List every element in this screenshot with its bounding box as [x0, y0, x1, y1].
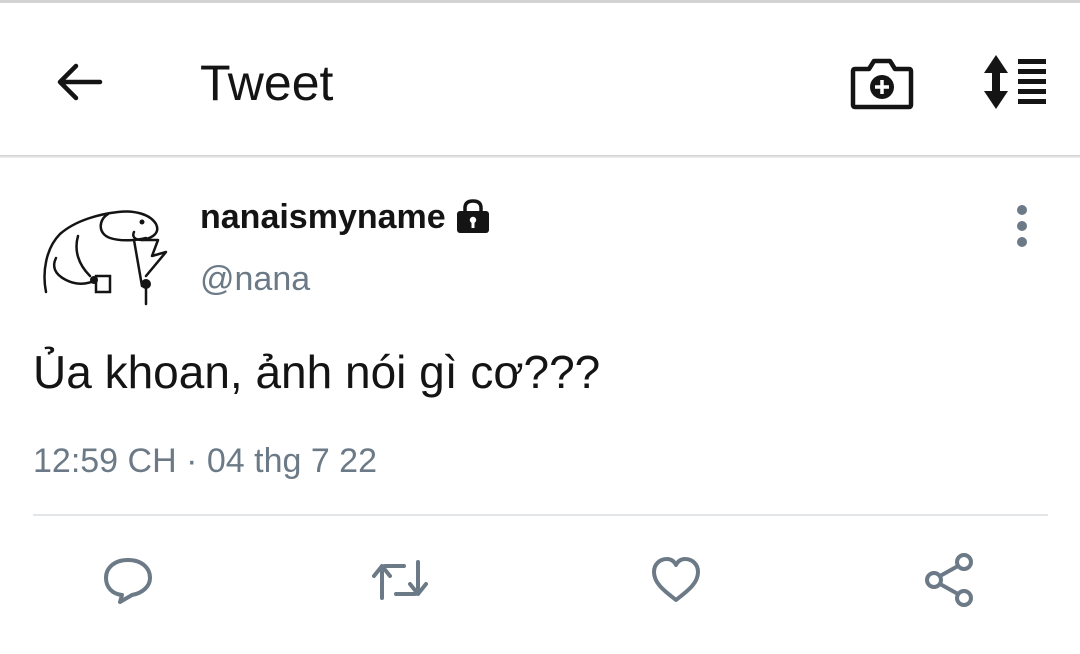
author-handle[interactable]: @nana	[200, 258, 310, 300]
reply-button[interactable]	[98, 552, 158, 608]
camera-plus-icon	[850, 58, 914, 110]
share-button[interactable]	[920, 552, 980, 608]
app-bar-shadow	[0, 155, 1080, 158]
camera-button[interactable]	[848, 53, 916, 115]
arrow-left-icon	[57, 63, 103, 101]
tweet-timestamp: 12:59 CH · 04 thg 7 22	[33, 442, 378, 480]
avatar[interactable]	[38, 200, 180, 310]
tweet-detail-screen: Tweet nanaismyname @nana Ủa khoan, ảnh n…	[0, 0, 1080, 654]
author-name[interactable]: nanaismyname	[200, 196, 492, 238]
tweet-text: Ủa khoan, ảnh nói gì cơ???	[33, 346, 601, 398]
page-title: Tweet	[200, 55, 334, 111]
reply-icon	[104, 558, 152, 604]
sort-list-icon	[984, 55, 1046, 109]
doodle-avatar-image	[43, 210, 168, 306]
lock-icon	[456, 199, 489, 233]
retweet-button[interactable]	[370, 552, 430, 608]
retweet-icon	[372, 560, 428, 600]
app-bar: Tweet	[0, 3, 1080, 155]
more-options-button[interactable]	[1000, 200, 1044, 252]
share-icon	[925, 553, 973, 607]
like-icon	[652, 557, 700, 602]
author-name-label: nanaismyname	[200, 198, 446, 236]
more-vertical-icon	[1017, 205, 1027, 247]
back-button[interactable]	[44, 47, 114, 117]
sort-button[interactable]	[978, 53, 1050, 111]
like-button[interactable]	[646, 552, 706, 608]
divider	[33, 514, 1048, 516]
